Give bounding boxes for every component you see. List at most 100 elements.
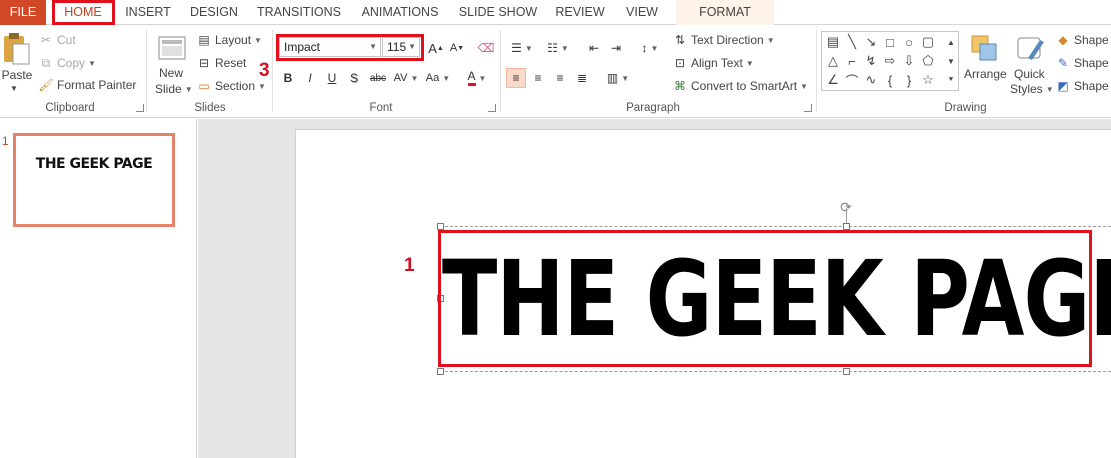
new-slide-label-line2[interactable]: Slide ▼ [155,82,193,96]
quick-styles-label-line2[interactable]: Styles ▼ [1010,82,1054,96]
arrange-button[interactable] [968,32,1002,66]
resize-handle-top-left[interactable] [437,223,444,230]
format-painter-label: Format Painter [57,78,137,92]
tab-transitions[interactable]: TRANSITIONS [254,0,344,25]
tab-view[interactable]: VIEW [620,0,664,25]
curved-connector-shape-icon[interactable]: ↯ [862,52,880,70]
section-button[interactable]: ▭ Section ▼ [196,78,266,94]
paste-dropdown-icon[interactable]: ▼ [10,84,18,93]
shape-outline-button[interactable]: ✎ Shape O [1055,55,1111,71]
gallery-more-icon[interactable]: ⯆ [942,71,960,89]
cut-button[interactable]: ✂ Cut [38,32,76,48]
resize-handle-bottom-center[interactable] [843,368,850,375]
rectangle-shape-icon[interactable]: □ [881,33,899,51]
angle-shape-icon[interactable]: ∠ [824,71,842,89]
line-shape-icon[interactable]: ╲ [843,33,861,51]
strikethrough-button[interactable]: abc [366,68,390,88]
textbox-shape-icon[interactable]: ▤ [824,33,842,51]
bullets-button[interactable]: ☰ ▼ [508,38,536,58]
arrange-label[interactable]: Arrange [964,67,1007,81]
italic-button[interactable]: I [300,68,320,88]
drawing-group-label: Drawing [944,102,987,114]
font-color-button[interactable]: A ▼ [462,68,492,88]
rounded-rect-shape-icon[interactable]: ▢ [919,33,937,51]
right-brace-shape-icon[interactable]: } [900,71,918,89]
shape-effects-button[interactable]: ◩ Shape E [1055,78,1111,94]
down-arrow-shape-icon[interactable]: ⇩ [900,52,918,70]
elbow-connector-shape-icon[interactable]: ⌐ [843,52,861,70]
bold-button[interactable]: B [278,68,298,88]
paste-label[interactable]: Paste [0,68,34,82]
chevron-down-icon: ▼ [745,58,754,68]
arrow-line-shape-icon[interactable]: ↘ [862,33,880,51]
tab-insert[interactable]: INSERT [122,0,174,25]
numbering-button[interactable]: ☷ ▼ [544,38,572,58]
shape-effects-icon: ◩ [1057,79,1069,93]
tab-design[interactable]: DESIGN [186,0,242,25]
columns-button[interactable]: ▥ ▼ [604,68,632,88]
convert-smartart-label: Convert to SmartArt [691,79,798,93]
align-center-button[interactable]: ≡ [528,68,548,88]
line-spacing-button[interactable]: ↕ ▼ [636,38,664,58]
slide-thumbnail[interactable]: THE GEEK PAGE [13,133,175,227]
align-right-icon: ≡ [556,71,564,85]
step-1-label: 1 [404,255,415,276]
clear-formatting-button[interactable]: ⌫ [476,38,496,58]
resize-handle-top-center[interactable] [843,223,850,230]
new-slide-icon [158,36,186,60]
text-direction-button[interactable]: ⇅ Text Direction ▼ [672,32,775,48]
text-shadow-button[interactable]: S [344,68,364,88]
copy-icon: ⧉ [41,55,51,70]
tab-file[interactable]: FILE [0,0,46,25]
resize-handle-bottom-left[interactable] [437,368,444,375]
shrink-font-button[interactable]: A ▼ [447,38,467,58]
quick-styles-button[interactable] [1014,32,1048,66]
arrange-icon [971,35,997,61]
clipboard-launcher-icon[interactable] [136,104,144,112]
decrease-indent-button[interactable]: ⇤ [584,38,604,58]
snip-rect-shape-icon[interactable]: ⬠ [919,52,937,70]
star-shape-icon[interactable]: ☆ [919,71,937,89]
align-left-button[interactable]: ≡ [506,68,526,88]
arc-shape-icon[interactable]: ⌒ [843,71,861,89]
shape-fill-button[interactable]: ◆ Shape F [1055,32,1111,48]
quick-styles-label[interactable]: Quick [1014,67,1045,81]
increase-indent-button[interactable]: ⇥ [606,38,626,58]
tab-format[interactable]: FORMAT [676,0,774,25]
gallery-scroll-down-icon[interactable]: ▼ [942,52,960,70]
tab-slide-show[interactable]: SLIDE SHOW [456,0,540,25]
align-text-button[interactable]: ⊡ Align Text ▼ [672,55,754,71]
triangle-shape-icon[interactable]: △ [824,52,842,70]
wave-shape-icon[interactable]: ∿ [862,71,880,89]
underline-button[interactable]: U [322,68,342,88]
grow-font-button[interactable]: A ▲ [426,38,446,58]
convert-smartart-button[interactable]: ⌘ Convert to SmartArt ▼ [672,78,808,94]
tab-animations[interactable]: ANIMATIONS [356,0,444,25]
justify-button[interactable]: ≣ [572,68,592,88]
font-launcher-icon[interactable] [488,104,496,112]
tab-review[interactable]: REVIEW [552,0,608,25]
format-painter-button[interactable]: 🖌 Format Painter [38,77,136,93]
new-slide-button[interactable] [156,32,188,64]
columns-icon: ▥ [606,71,619,85]
group-divider [146,30,147,112]
highlight-box-home-tab [52,0,115,25]
copy-button[interactable]: ⧉ Copy ▼ [38,55,96,71]
oval-shape-icon[interactable]: ○ [900,33,918,51]
character-spacing-button[interactable]: AV ▼ [392,68,420,88]
reset-icon: ⊟ [198,56,210,70]
new-slide-label[interactable]: New [159,66,183,80]
font-color-icon: A [467,70,476,86]
rotate-handle-icon[interactable]: ⟳ [838,199,854,215]
align-text-label: Align Text [691,56,743,70]
left-brace-shape-icon[interactable]: { [881,71,899,89]
layout-button[interactable]: ▤ Layout ▼ [196,32,262,48]
shapes-gallery[interactable]: ▤ ╲ ↘ □ ○ ▢ △ ⌐ ↯ ⇨ ⇩ ⬠ ∠ ⌒ ∿ { } ☆ ▲ ▼ … [821,31,959,91]
align-right-button[interactable]: ≡ [550,68,570,88]
gallery-scroll-up-icon[interactable]: ▲ [942,33,960,51]
change-case-button[interactable]: Aa ▼ [424,68,452,88]
right-arrow-shape-icon[interactable]: ⇨ [881,52,899,70]
reset-button[interactable]: ⊟ Reset [196,55,246,71]
paste-button[interactable] [2,32,32,66]
paragraph-launcher-icon[interactable] [804,104,812,112]
